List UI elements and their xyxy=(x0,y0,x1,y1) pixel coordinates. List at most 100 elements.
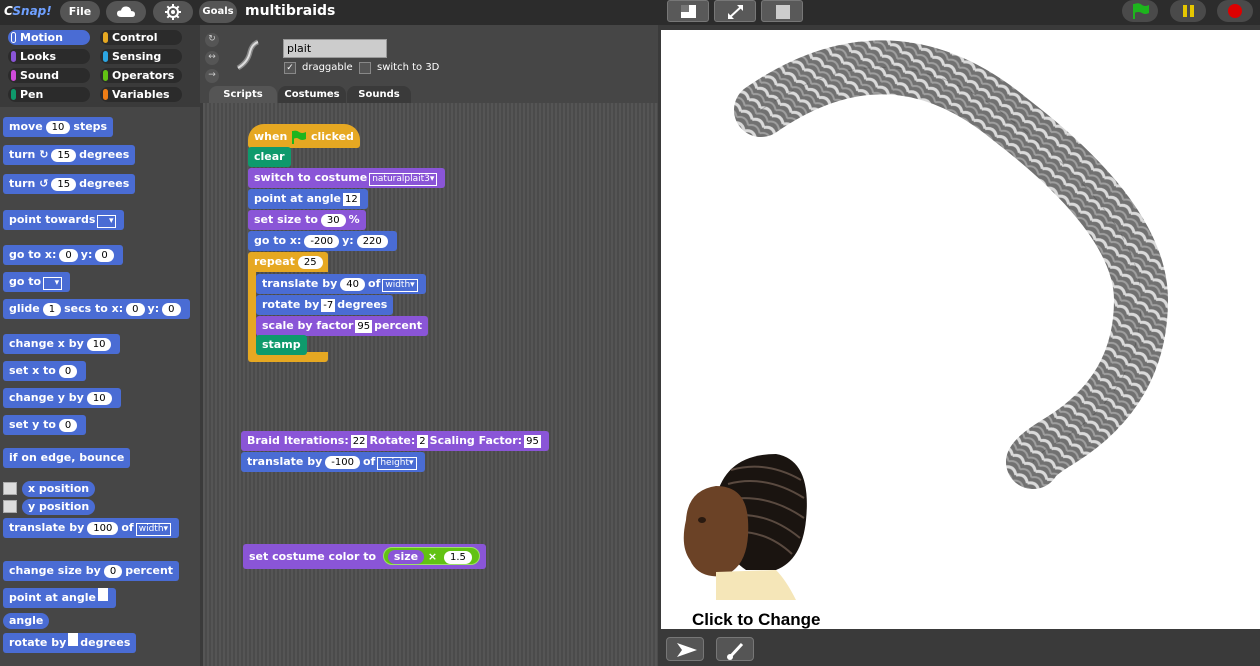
y-position-reporter[interactable]: y position xyxy=(22,499,96,515)
block-input[interactable]: 10 xyxy=(86,338,112,351)
block-input[interactable] xyxy=(98,588,108,601)
turn-cw-block[interactable]: turn ↻ 15 degrees xyxy=(3,145,136,165)
fullscreen-button[interactable] xyxy=(714,0,756,22)
rotate-by-block[interactable]: rotate by degrees xyxy=(3,633,137,653)
settings-button[interactable] xyxy=(153,1,193,23)
size-reporter[interactable]: size xyxy=(387,550,425,564)
y-position-checkbox[interactable] xyxy=(3,500,17,513)
category-operators[interactable]: Operators xyxy=(100,68,182,83)
cloud-button[interactable] xyxy=(106,1,146,23)
translate-dropdown[interactable]: width▾ xyxy=(135,523,172,536)
turn-ccw-block[interactable]: turn ↺ 15 degrees xyxy=(3,174,136,194)
category-sound[interactable]: Sound xyxy=(8,68,90,83)
block-input[interactable]: 12 xyxy=(343,193,360,206)
point-at-angle-block[interactable]: point at angle 12 xyxy=(248,189,368,209)
set-size-block[interactable]: set size to 30% xyxy=(248,210,366,230)
block-input[interactable]: 10 xyxy=(45,121,71,134)
x-position-reporter[interactable]: x position xyxy=(22,481,96,497)
when-flag-clicked-hat[interactable]: when clicked xyxy=(248,124,360,148)
block-input[interactable]: 2 xyxy=(417,435,428,448)
block-input[interactable]: 40 xyxy=(340,278,366,291)
turtle-sprite-button[interactable] xyxy=(666,637,704,661)
draggable-checkbox[interactable]: ✓ xyxy=(284,62,296,74)
block-input[interactable]: 1 xyxy=(42,303,62,316)
category-variables[interactable]: Variables xyxy=(100,87,182,102)
block-input[interactable]: 220 xyxy=(356,235,388,248)
set-y-block[interactable]: set y to 0 xyxy=(3,415,87,435)
stop-button[interactable] xyxy=(1217,0,1253,22)
block-input[interactable]: 25 xyxy=(297,256,323,269)
goto-xy-block[interactable]: go to x: 0 y: 0 xyxy=(3,245,123,265)
set-x-block[interactable]: set x to 0 xyxy=(3,361,87,381)
tab-scripts[interactable]: Scripts xyxy=(209,86,277,103)
block-input[interactable]: 22 xyxy=(350,435,368,448)
category-sensing[interactable]: Sensing xyxy=(100,49,182,64)
click-to-change-caption[interactable]: Click to Change xyxy=(692,610,820,630)
point-towards-block[interactable]: point towards ▾ xyxy=(3,210,125,230)
goto-block[interactable]: go to ▾ xyxy=(3,272,71,292)
move-block[interactable]: move 10 steps xyxy=(3,117,114,137)
angle-reporter[interactable]: angle xyxy=(3,613,50,629)
stage-size-button[interactable] xyxy=(761,0,803,22)
block-input[interactable]: 0 xyxy=(95,249,114,262)
tab-costumes[interactable]: Costumes xyxy=(278,86,346,103)
block-input[interactable]: 100 xyxy=(87,522,119,535)
block-input[interactable]: -7 xyxy=(321,299,336,312)
normal-stage-button[interactable] xyxy=(667,0,709,22)
block-input[interactable]: -200 xyxy=(304,235,340,248)
block-input[interactable]: 0 xyxy=(59,249,78,262)
block-input[interactable]: 0 xyxy=(103,565,123,578)
rotation-style-full-button[interactable]: ↻ xyxy=(205,33,219,47)
translate-block[interactable]: translate by 40 of width▾ xyxy=(256,274,426,294)
braid-custom-block[interactable]: Braid Iterations: 22 Rotate: 2 Scaling Facto… xyxy=(241,431,549,451)
clear-block[interactable]: clear xyxy=(248,147,291,167)
change-size-block[interactable]: change size by 0 percent xyxy=(3,561,180,581)
category-motion[interactable]: Motion xyxy=(8,30,90,45)
translate-dropdown[interactable]: width▾ xyxy=(382,279,418,292)
dropdown-arrow-icon[interactable]: ▾ xyxy=(43,277,63,290)
sprite-name-field[interactable]: plait xyxy=(283,39,387,58)
multiply-operator[interactable]: size × 1.5 xyxy=(382,547,480,565)
glide-block[interactable]: glide 1 secs to x: 0 y: 0 xyxy=(3,299,190,319)
category-pen[interactable]: Pen xyxy=(8,87,90,102)
tab-sounds[interactable]: Sounds xyxy=(347,86,411,103)
paint-new-sprite-button[interactable] xyxy=(716,637,754,661)
block-input[interactable]: 0 xyxy=(58,365,78,378)
rotation-style-flip-button[interactable]: ↔ xyxy=(205,51,219,65)
green-flag-button[interactable] xyxy=(1122,0,1158,22)
block-input[interactable] xyxy=(68,633,79,646)
rotation-style-none-button[interactable]: → xyxy=(205,69,219,83)
block-input[interactable]: 0 xyxy=(58,419,78,432)
translate-dropdown[interactable]: height▾ xyxy=(377,457,417,470)
dropdown-arrow-icon[interactable]: ▾ xyxy=(97,215,117,228)
switch-3d-checkbox[interactable] xyxy=(359,62,371,74)
goto-xy-block[interactable]: go to x: -200 y: 220 xyxy=(248,231,397,251)
block-input[interactable]: 30 xyxy=(320,214,346,227)
block-input[interactable]: 0 xyxy=(126,303,145,316)
x-position-checkbox[interactable] xyxy=(3,482,17,495)
point-at-angle-block[interactable]: point at angle xyxy=(3,588,116,608)
set-costume-color-block[interactable]: set costume color to size × 1.5 xyxy=(243,544,486,569)
block-input[interactable]: 95 xyxy=(355,320,373,333)
translate-block[interactable]: translate by -100 of height▾ xyxy=(241,452,425,472)
file-button[interactable]: File xyxy=(60,1,100,23)
change-x-block[interactable]: change x by 10 xyxy=(3,334,121,354)
block-input[interactable]: 10 xyxy=(86,392,112,405)
block-input[interactable]: 0 xyxy=(162,303,181,316)
braided-hair-portrait[interactable] xyxy=(676,450,816,600)
category-looks[interactable]: Looks xyxy=(8,49,90,64)
block-input[interactable]: 1.5 xyxy=(443,551,472,564)
costume-dropdown[interactable]: naturalplait3▾ xyxy=(369,173,438,186)
block-input[interactable]: 95 xyxy=(524,435,541,448)
switch-costume-block[interactable]: switch to costume naturalplait3▾ xyxy=(248,168,446,188)
bounce-block[interactable]: if on edge, bounce xyxy=(3,448,131,468)
change-y-block[interactable]: change y by 10 xyxy=(3,388,121,408)
stage[interactable]: Click to Change xyxy=(661,30,1260,629)
goals-button[interactable]: Goals xyxy=(199,1,237,23)
block-input[interactable]: 15 xyxy=(51,178,77,191)
snap-logo[interactable]: CSnap! xyxy=(4,4,52,18)
category-control[interactable]: Control xyxy=(100,30,182,45)
block-input[interactable]: -100 xyxy=(325,456,360,469)
translate-block[interactable]: translate by 100 of width▾ xyxy=(3,518,180,538)
block-input[interactable]: 15 xyxy=(51,149,77,162)
